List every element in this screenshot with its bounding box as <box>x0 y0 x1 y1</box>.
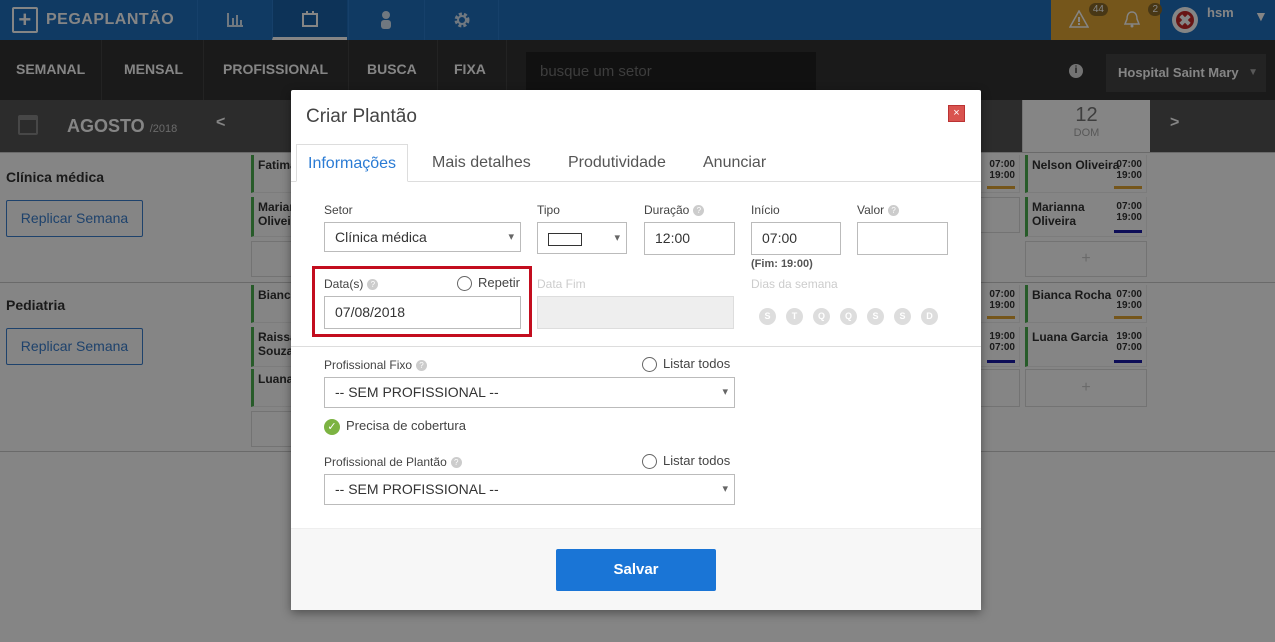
duracao-label: Duração <box>644 203 690 217</box>
weekday-toggle: S <box>894 308 911 325</box>
tipo-select[interactable] <box>537 222 627 254</box>
modal-title: Criar Plantão <box>306 106 417 127</box>
weekday-toggle: D <box>921 308 938 325</box>
weekday-toggle: Q <box>813 308 830 325</box>
dias-semana-label: Dias da semana <box>751 277 838 291</box>
inicio-label: Início <box>751 203 780 217</box>
color-swatch <box>548 232 582 246</box>
tab-anunciar[interactable]: Anunciar <box>692 144 777 182</box>
modal-tabs: Informações Mais detalhes Produtividade … <box>291 144 981 182</box>
listar-todos-radio[interactable]: Listar todos <box>642 453 730 470</box>
check-icon: ✓ <box>324 418 340 435</box>
tipo-label: Tipo <box>537 203 560 217</box>
valor-input[interactable] <box>857 222 948 255</box>
profissional-plantao-select[interactable]: -- SEM PROFISSIONAL -- <box>324 474 735 505</box>
weekday-toggle: S <box>759 308 776 325</box>
radio-icon <box>642 357 657 373</box>
valor-label: Valor <box>857 203 885 217</box>
modal-footer: Salvar <box>291 528 981 610</box>
inicio-input[interactable]: 07:00 <box>751 222 841 255</box>
tab-informacoes[interactable]: Informações <box>296 144 409 182</box>
highlight-box <box>312 266 532 337</box>
precisa-cobertura-checkbox[interactable]: ✓ Precisa de cobertura <box>324 418 466 435</box>
weekday-toggle: S <box>867 308 884 325</box>
fim-hint: (Fim: 19:00) <box>751 258 813 270</box>
duracao-input[interactable]: 12:00 <box>644 222 735 255</box>
help-icon: ? <box>693 205 705 217</box>
divider <box>291 346 981 347</box>
tab-produtividade[interactable]: Produtividade <box>557 144 677 182</box>
weekday-toggle: Q <box>840 308 857 325</box>
tab-mais-detalhes[interactable]: Mais detalhes <box>421 144 542 182</box>
create-shift-modal: Criar Plantão × Informações Mais detalhe… <box>291 90 981 610</box>
help-icon: ? <box>416 360 428 372</box>
profissional-plantao-label: Profissional de Plantão <box>324 455 447 469</box>
weekday-toggle: T <box>786 308 803 325</box>
help-icon: ? <box>450 457 462 469</box>
close-icon[interactable]: × <box>948 105 965 122</box>
radio-icon <box>642 454 657 470</box>
data-fim-input <box>537 296 734 329</box>
data-fim-label: Data Fim <box>537 277 586 291</box>
profissional-fixo-select[interactable]: -- SEM PROFISSIONAL -- <box>324 377 735 408</box>
setor-label: Setor <box>324 203 353 217</box>
profissional-fixo-label: Profissional Fixo <box>324 358 413 372</box>
listar-todos-radio[interactable]: Listar todos <box>642 356 730 373</box>
help-icon: ? <box>888 205 900 217</box>
setor-select[interactable]: Clínica médica <box>324 222 521 252</box>
save-button[interactable]: Salvar <box>556 549 716 591</box>
